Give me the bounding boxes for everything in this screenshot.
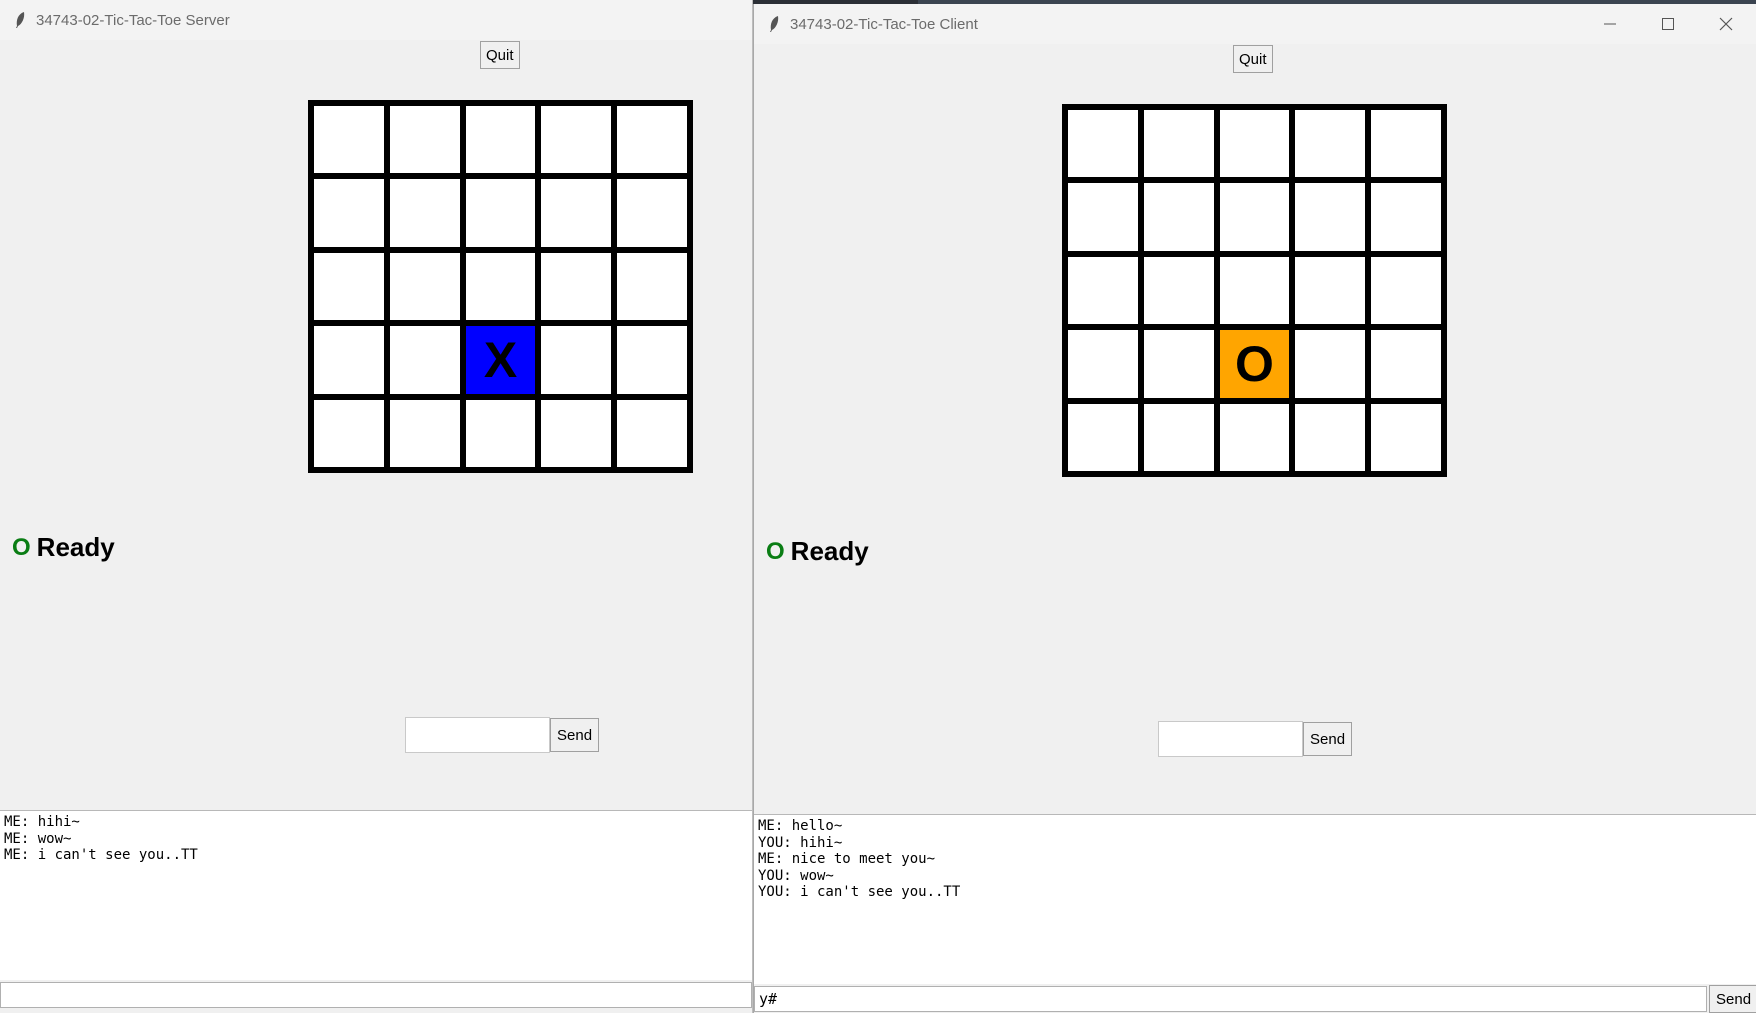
board-cell[interactable]	[1371, 403, 1441, 471]
board-cell[interactable]	[314, 399, 384, 467]
board-cell[interactable]	[314, 252, 384, 321]
board-cell[interactable]	[541, 179, 612, 247]
board-cell[interactable]	[465, 252, 536, 321]
board-cell[interactable]	[617, 179, 687, 247]
board-cell[interactable]	[465, 106, 536, 174]
board-cell[interactable]: O	[1219, 330, 1290, 398]
board-cell[interactable]	[1143, 183, 1214, 251]
chat-message: ME: nice to meet you~	[758, 851, 936, 867]
board-cell[interactable]	[1295, 330, 1366, 398]
server-window: 34743-02-Tic-Tac-Toe Server Quit X O Rea…	[0, 0, 753, 1013]
board-cell[interactable]: X	[465, 326, 536, 394]
board-cell[interactable]	[1068, 330, 1138, 398]
board-cell[interactable]	[1143, 256, 1214, 325]
board-cell[interactable]	[389, 106, 460, 174]
window-title: 34743-02-Tic-Tac-Toe Client	[790, 16, 978, 33]
feather-icon	[770, 16, 779, 32]
board-cell[interactable]	[617, 326, 687, 394]
chat-log[interactable]: ME: hihi~ ME: wow~ ME: i can't see you..TT	[0, 810, 752, 980]
chat-message: YOU: hihi~	[758, 834, 843, 851]
window-title: 34743-02-Tic-Tac-Toe Server	[36, 12, 230, 29]
send-button[interactable]: Send	[550, 718, 600, 752]
close-icon	[1719, 17, 1733, 31]
board-cell[interactable]	[1295, 403, 1366, 471]
board-cell[interactable]	[617, 399, 687, 467]
board-cell[interactable]	[1219, 110, 1290, 178]
chat-message: ME: i can't see you..TT	[4, 847, 198, 863]
client-titlebar[interactable]: 34743-02-Tic-Tac-Toe Client	[754, 4, 1756, 44]
quit-button[interactable]: Quit	[480, 41, 520, 69]
board-cell[interactable]	[1219, 256, 1290, 325]
send-button[interactable]: Send	[1303, 722, 1353, 756]
minimize-icon	[1604, 23, 1616, 25]
board-cell[interactable]	[617, 106, 687, 174]
board-cell[interactable]	[314, 179, 384, 247]
game-board: O	[1062, 104, 1447, 477]
command-send-button[interactable]: Send	[1709, 985, 1756, 1013]
chat-message: ME: hihi~	[4, 814, 80, 830]
board-cell[interactable]	[314, 106, 384, 174]
board-cell[interactable]	[1371, 183, 1441, 251]
board-cell[interactable]	[541, 252, 612, 321]
status-indicator: O Ready	[766, 536, 869, 567]
status-text: Ready	[36, 532, 115, 562]
board-cell[interactable]	[389, 326, 460, 394]
board-cell[interactable]	[389, 252, 460, 321]
board-cell[interactable]	[1068, 256, 1138, 325]
board-cell[interactable]	[465, 399, 536, 467]
board-cell[interactable]	[1143, 110, 1214, 178]
client-window: 34743-02-Tic-Tac-Toe Client Quit O O Rea…	[753, 4, 1756, 1013]
chat-log[interactable]: ME: hello~ YOU: hihi~ ME: nice to meet you…	[754, 814, 1756, 984]
board-cell[interactable]	[465, 179, 536, 247]
close-button[interactable]	[1698, 4, 1754, 44]
maximize-button[interactable]	[1640, 4, 1696, 44]
board-cell[interactable]	[1219, 403, 1290, 471]
board-cell[interactable]	[1068, 110, 1138, 178]
chat-message: ME: hello~	[758, 818, 843, 834]
game-board: X	[308, 100, 693, 473]
message-input[interactable]	[405, 717, 550, 753]
board-cell[interactable]	[1143, 330, 1214, 398]
chat-message: YOU: wow~	[758, 867, 834, 884]
status-mark: O	[12, 533, 31, 561]
command-input[interactable]	[754, 986, 1707, 1012]
board-cell[interactable]	[1068, 183, 1138, 251]
board-cell[interactable]	[389, 179, 460, 247]
board-cell[interactable]	[617, 252, 687, 321]
board-cell[interactable]	[541, 326, 612, 394]
chat-message: ME: wow~	[4, 830, 72, 847]
board-cell[interactable]	[1295, 183, 1366, 251]
board-cell[interactable]	[1295, 256, 1366, 325]
status-text: Ready	[790, 536, 869, 566]
command-input[interactable]	[0, 982, 752, 1008]
server-titlebar[interactable]: 34743-02-Tic-Tac-Toe Server	[0, 0, 752, 40]
board-cell[interactable]	[541, 399, 612, 467]
status-mark: O	[766, 537, 785, 565]
board-cell[interactable]	[1068, 403, 1138, 471]
feather-icon	[16, 12, 25, 28]
status-indicator: O Ready	[12, 532, 115, 563]
board-cell[interactable]	[1219, 183, 1290, 251]
board-cell[interactable]	[1295, 110, 1366, 178]
chat-message: YOU: i can't see you..TT	[758, 884, 961, 900]
board-cell[interactable]	[389, 399, 460, 467]
board-cell[interactable]	[314, 326, 384, 394]
board-cell[interactable]	[541, 106, 612, 174]
maximize-icon	[1662, 18, 1674, 30]
minimize-button[interactable]	[1582, 4, 1638, 44]
board-cell[interactable]	[1143, 403, 1214, 471]
board-cell[interactable]	[1371, 256, 1441, 325]
board-cell[interactable]	[1371, 330, 1441, 398]
quit-button[interactable]: Quit	[1233, 45, 1273, 73]
board-cell[interactable]	[1371, 110, 1441, 178]
message-input[interactable]	[1158, 721, 1303, 757]
